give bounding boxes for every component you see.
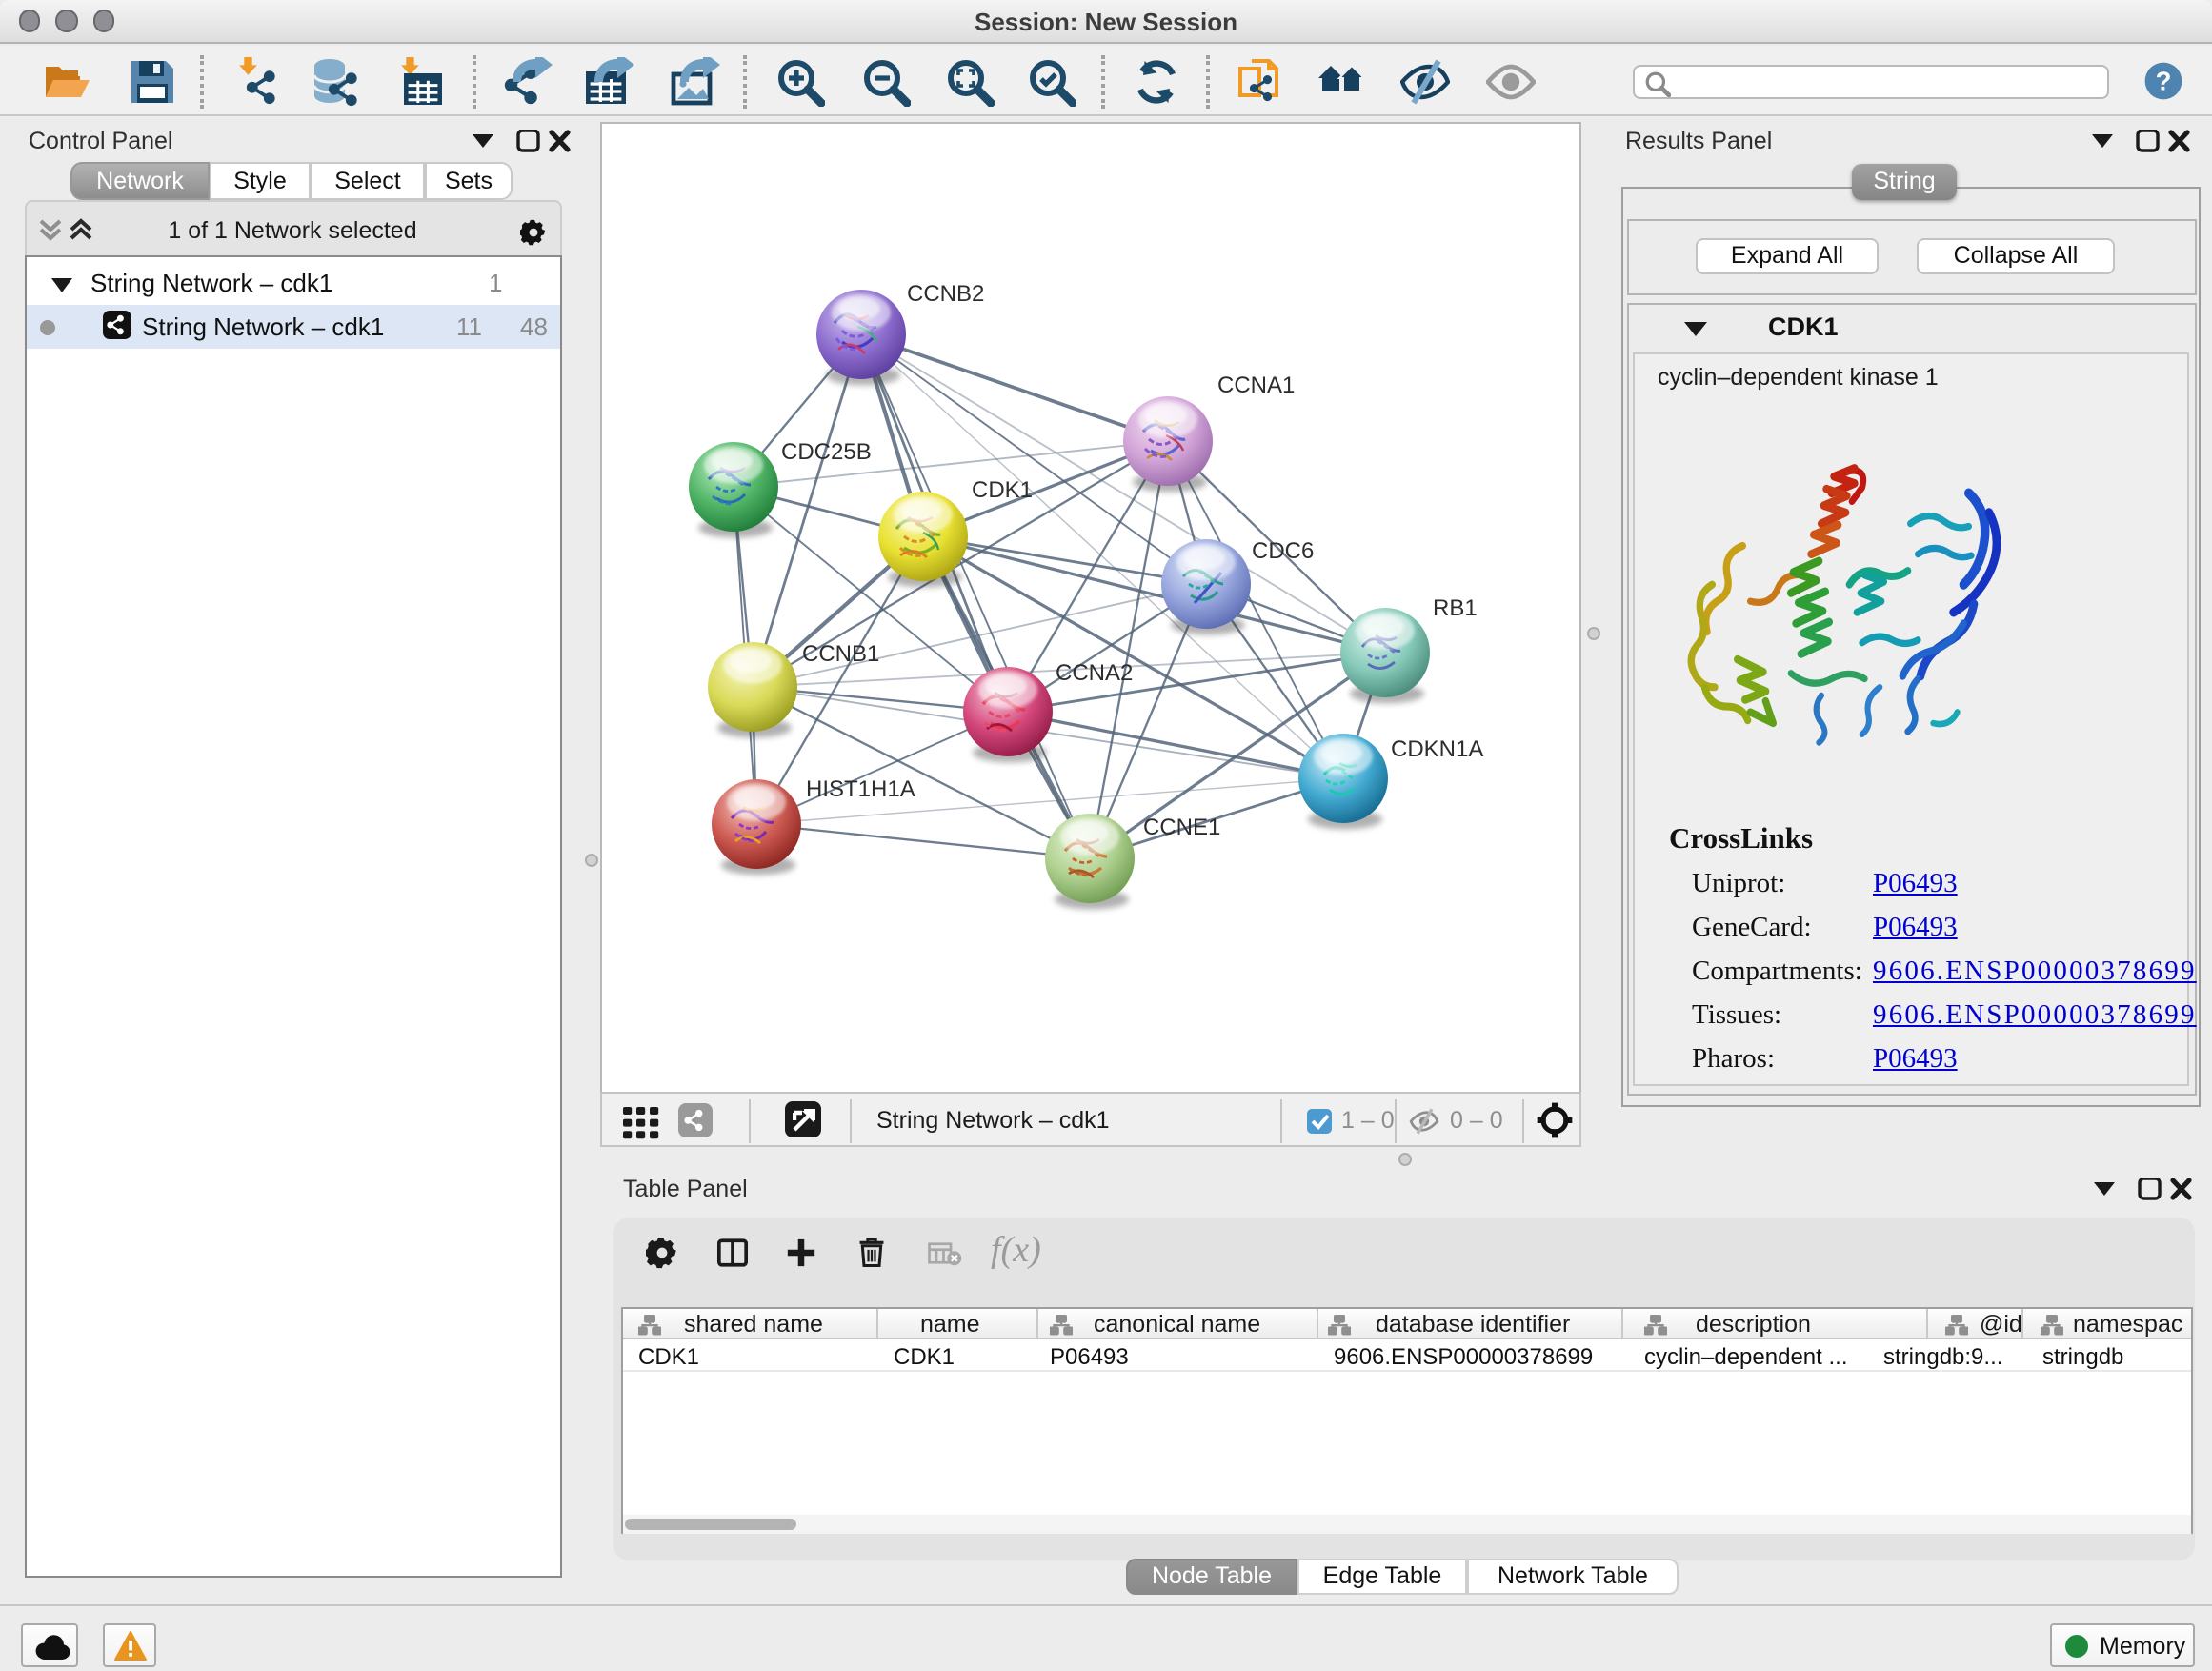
svg-text:?: ? xyxy=(2156,66,2172,95)
svg-text:CCNB2: CCNB2 xyxy=(907,280,984,306)
svg-text:CDC6: CDC6 xyxy=(1252,537,1314,563)
svg-text:RB1: RB1 xyxy=(1433,594,1478,620)
svg-text:CCNA2: CCNA2 xyxy=(1056,659,1133,685)
svg-text:CCNA1: CCNA1 xyxy=(1217,372,1295,397)
svg-text:CDC25B: CDC25B xyxy=(781,438,872,464)
svg-text:HIST1H1A: HIST1H1A xyxy=(806,775,915,801)
svg-text:CDK1: CDK1 xyxy=(972,476,1033,502)
svg-text:CCNB1: CCNB1 xyxy=(802,640,879,666)
svg-text:CCNE1: CCNE1 xyxy=(1143,814,1220,839)
svg-text:CDKN1A: CDKN1A xyxy=(1391,735,1483,761)
